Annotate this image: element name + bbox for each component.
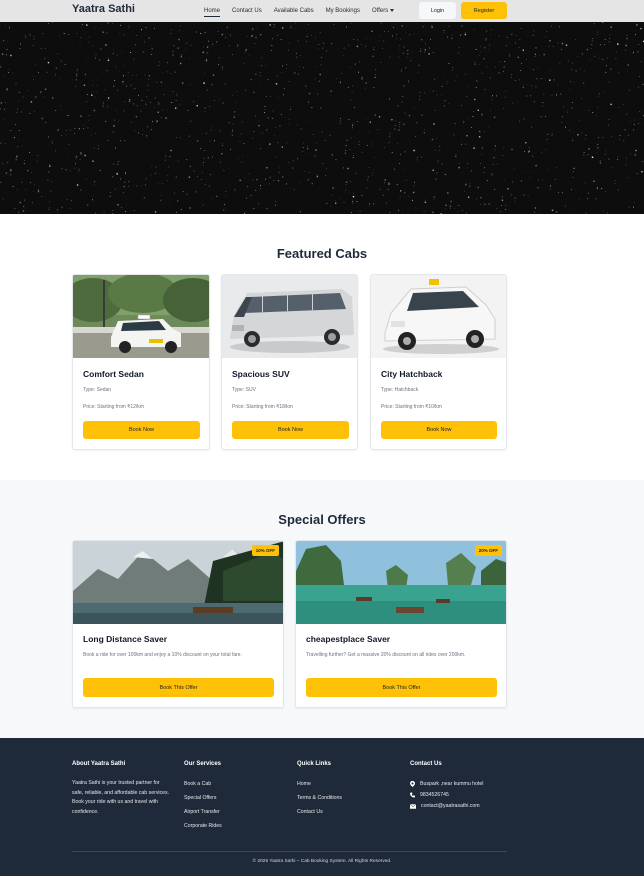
footer-address: Buspark ,near kummu hotel — [410, 781, 483, 787]
nav-my-bookings-link[interactable]: My Bookings — [326, 8, 360, 14]
offer-name: cheapestplace Saver — [306, 634, 391, 644]
discount-badge: 20% OFF — [474, 545, 502, 556]
offer-card-cheapestplace: 20% OFF cheapestplace Saver Travelling f… — [295, 540, 507, 708]
footer-link-book-cab[interactable]: Book a Cab — [184, 781, 211, 787]
cab-type: Type: Sedan — [83, 387, 112, 393]
footer-link-special-offers[interactable]: Special Offers — [184, 795, 217, 801]
offer-image-bay: 20% OFF — [296, 541, 506, 624]
footer-divider — [72, 851, 507, 852]
register-button[interactable]: Register — [461, 2, 507, 19]
cab-price: Price: Starting from ₹10/km — [381, 404, 442, 410]
cab-card-hatchback: City Hatchback Type: Hatchback Price: St… — [370, 274, 507, 450]
cab-type: Type: Hatchback — [381, 387, 419, 393]
caret-down-icon — [390, 8, 395, 12]
offer-name: Long Distance Saver — [83, 634, 168, 644]
cab-type: Type: SUV — [232, 387, 256, 393]
footer-copyright: © 2025 Yaatra Sathi – Cab Booking System… — [252, 859, 392, 864]
hero-starfield-image — [0, 22, 644, 214]
book-now-button[interactable]: Book Now — [232, 421, 349, 439]
phone-icon — [410, 792, 415, 798]
offer-description: Book a ride for over 100km and enjoy a 1… — [83, 652, 242, 658]
footer-phone: 9834526745 — [410, 792, 449, 798]
book-now-button[interactable]: Book Now — [83, 421, 200, 439]
nav-offers-label: Offers — [371, 8, 389, 14]
footer-about-text: Yaatra Sathi is your trusted partner for… — [72, 780, 170, 815]
cab-card-suv: Spacious SUV Type: SUV Price: Starting f… — [221, 274, 358, 450]
footer-address-text: Buspark ,near kummu hotel — [420, 781, 484, 787]
offer-card-long-distance: 10% OFF Long Distance Saver Book a ride … — [72, 540, 284, 708]
footer-email-text: contact@yaatrasathi.com — [421, 803, 480, 809]
nav-contact-link[interactable]: Contact Us — [232, 8, 262, 14]
cab-name: Spacious SUV — [232, 369, 290, 379]
nav-available-cabs-link[interactable]: Available Cabs — [274, 8, 314, 14]
footer-link-home[interactable]: Home — [297, 781, 311, 787]
featured-cabs-title: Featured Cabs — [276, 246, 368, 261]
cab-price: Price: Starting from ₹12/km — [83, 404, 144, 410]
nav-offers-dropdown[interactable]: Offers — [371, 8, 395, 14]
navbar: Yaatra Sathi Home Contact Us Available C… — [0, 0, 644, 22]
special-offers-title: Special Offers — [278, 512, 366, 527]
book-now-button[interactable]: Book Now — [381, 421, 497, 439]
footer-phone-text: 9834526745 — [420, 792, 449, 798]
footer-link-corporate-rides[interactable]: Corporate Rides — [184, 823, 222, 829]
footer-link-airport-transfer[interactable]: Airport Transfer — [184, 809, 220, 815]
nav-links: Home Contact Us Available Cabs My Bookin… — [204, 0, 406, 22]
footer-link-contact[interactable]: Contact Us — [297, 809, 323, 815]
brand-logo[interactable]: Yaatra Sathi — [72, 3, 135, 15]
discount-badge: 10% OFF — [251, 545, 279, 556]
offer-description: Travelling further? Get a massive 20% di… — [306, 652, 466, 658]
cab-image-suv — [222, 275, 357, 358]
offer-image-mountains: 10% OFF — [73, 541, 283, 624]
login-button[interactable]: Login — [419, 2, 456, 19]
cab-image-hatchback — [371, 275, 506, 358]
cab-image-sedan — [73, 275, 209, 358]
map-pin-icon — [410, 781, 415, 787]
footer-quick-links-title: Quick Links — [297, 761, 332, 767]
footer-services-title: Our Services — [184, 761, 222, 767]
footer-contact-title: Contact Us — [410, 761, 442, 767]
book-offer-button[interactable]: Book This Offer — [306, 678, 497, 697]
cab-price: Price: Starting from ₹18/km — [232, 404, 293, 410]
cab-name: City Hatchback — [381, 369, 443, 379]
cab-name: Comfort Sedan — [83, 369, 144, 379]
nav-home-link[interactable]: Home — [204, 8, 221, 17]
footer: About Yaatra Sathi Yaatra Sathi is your … — [0, 738, 644, 876]
cab-card-sedan: Comfort Sedan Type: Sedan Price: Startin… — [72, 274, 210, 450]
hero-banner — [0, 22, 644, 214]
footer-link-terms[interactable]: Terms & Conditions — [297, 795, 342, 801]
footer-email[interactable]: contact@yaatrasathi.com — [410, 803, 480, 809]
book-offer-button[interactable]: Book This Offer — [83, 678, 274, 697]
envelope-icon — [410, 803, 416, 809]
footer-about-title: About Yaatra Sathi — [72, 761, 126, 767]
